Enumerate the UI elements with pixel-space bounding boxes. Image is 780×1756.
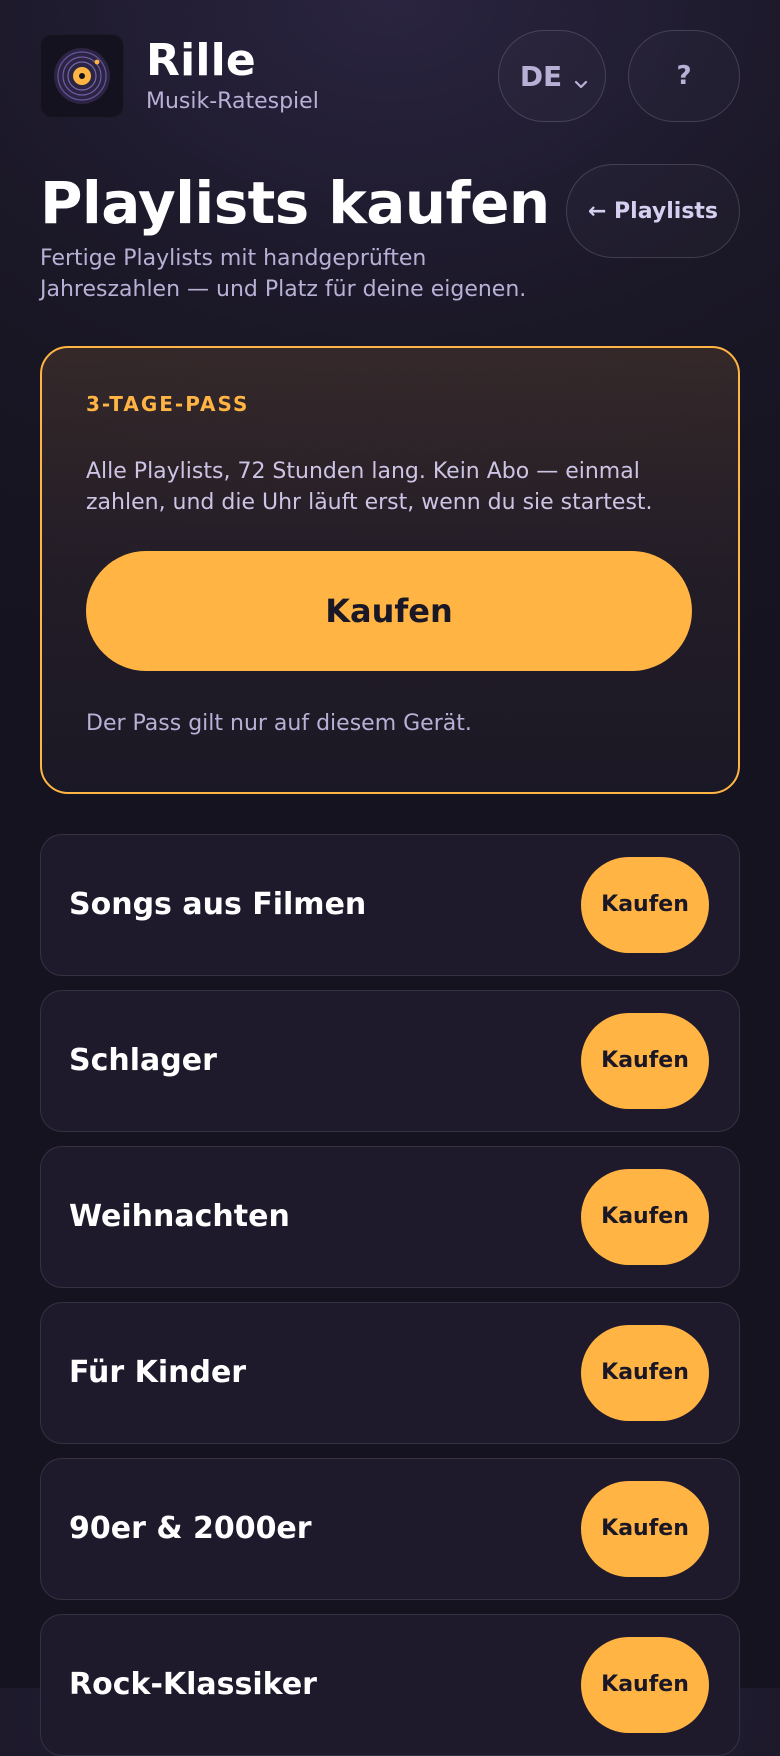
playlist-row: Für Kinder Kaufen [40,1301,740,1444]
top-header: Rille Musik-Ratespiel DE ? [40,28,740,124]
playlist-row: Rock-Klassiker Kaufen [40,1613,740,1756]
playlist-buy-label: Kaufen [601,1048,689,1074]
brand-text: Rille Musik-Ratespiel [146,34,319,115]
chevron-down-icon [572,67,590,89]
playlist-name: Weihnachten [69,1199,290,1235]
pass-buy-label: Kaufen [325,592,453,631]
playlist-row: Schlager Kaufen [40,989,740,1132]
playlist-buy-button[interactable]: Kaufen [581,1324,709,1421]
playlist-buy-label: Kaufen [601,1360,689,1386]
playlist-buy-label: Kaufen [601,1204,689,1230]
playlist-name: 90er & 2000er [69,1511,312,1547]
playlist-row: Songs aus Filmen Kaufen [40,833,740,976]
three-day-pass-card: 3-TAGE-PASS Alle Playlists, 72 Stunden l… [40,345,740,794]
page-title: Playlists kaufen [40,169,550,237]
pass-description: Alle Playlists, 72 Stunden lang. Kein Ab… [86,458,653,516]
playlist-buy-button[interactable]: Kaufen [581,1636,709,1733]
vinyl-record-icon [40,34,124,118]
playlist-name: Schlager [69,1043,217,1079]
language-label: DE [519,59,563,93]
pass-note: Der Pass gilt nur auf diesem Gerät. [86,711,472,737]
help-button[interactable]: ? [628,30,740,122]
back-to-playlists-label: ← Playlists [587,198,719,224]
app-title: Rille [146,34,256,86]
playlist-name: Songs aus Filmen [69,887,367,923]
playlist-buy-label: Kaufen [601,1672,689,1698]
playlist-buy-label: Kaufen [601,892,689,918]
pass-buy-button[interactable]: Kaufen [86,551,692,672]
playlist-buy-button[interactable]: Kaufen [581,1480,709,1577]
playlist-buy-button[interactable]: Kaufen [581,1012,709,1109]
page-title-row: Playlists kaufen Fertige Playlists mit h… [40,164,740,306]
playlist-buy-button[interactable]: Kaufen [581,1168,709,1265]
playlist-row: Weihnachten Kaufen [40,1145,740,1288]
help-label: ? [676,61,692,91]
app-subtitle: Musik-Ratespiel [146,88,319,114]
title-block: Playlists kaufen Fertige Playlists mit h… [40,164,560,306]
header-actions: DE ? [498,30,740,122]
app-container: Rille Musik-Ratespiel DE ? Playlists kau… [40,28,740,1756]
language-selector-button[interactable]: DE [498,30,606,122]
back-to-playlists-button[interactable]: ← Playlists [566,164,740,258]
playlist-name: Rock-Klassiker [69,1667,317,1703]
playlist-name: Für Kinder [69,1355,247,1391]
playlist-row: 90er & 2000er Kaufen [40,1457,740,1600]
pass-kicker: 3-TAGE-PASS [86,391,250,416]
playlist-buy-button[interactable]: Kaufen [581,856,709,953]
page-description: Fertige Playlists mit handgeprüften Jahr… [40,246,527,302]
playlist-list: Songs aus Filmen Kaufen Schlager Kaufen … [40,833,740,1756]
playlist-buy-label: Kaufen [601,1516,689,1542]
brand: Rille Musik-Ratespiel [40,34,319,118]
